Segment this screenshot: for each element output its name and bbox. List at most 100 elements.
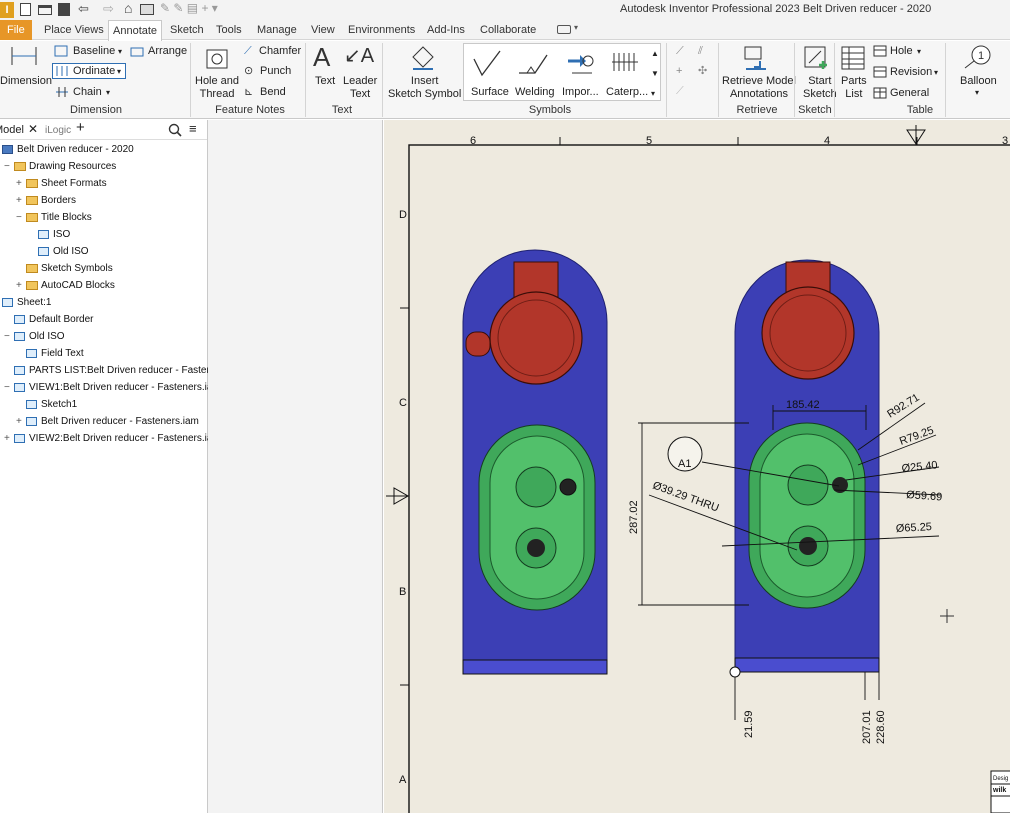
- dimension-hole-thru[interactable]: Ø39.29 THRU: [651, 480, 720, 515]
- ordinate-dimension[interactable]: 21.59: [743, 710, 755, 738]
- surface-button[interactable]: Surface: [471, 86, 509, 99]
- retrieve-model-annotations-button[interactable]: Retrieve Model Annotations: [722, 75, 796, 101]
- tab-add-ins[interactable]: Add-Ins: [425, 20, 467, 40]
- tab-collaborate[interactable]: Collaborate: [478, 20, 538, 40]
- tab-environments[interactable]: Environments: [346, 20, 417, 40]
- view2-drawing-view[interactable]: [734, 259, 880, 673]
- hole-thread-button[interactable]: Hole and Thread: [195, 75, 239, 101]
- caterpillar-button[interactable]: Caterp...: [606, 86, 648, 99]
- chain-dropdown-icon[interactable]: ▾: [106, 86, 110, 99]
- start-sketch-button[interactable]: Start Sketch: [803, 75, 837, 101]
- tree-item-label[interactable]: VIEW1:Belt Driven reducer - Fasteners.ia: [29, 382, 212, 394]
- gallery-scroll-down-icon[interactable]: ▼: [651, 67, 659, 80]
- tree-item-label[interactable]: Field Text: [41, 348, 84, 360]
- close-icon[interactable]: ✕: [28, 123, 38, 136]
- tab-tools[interactable]: Tools: [214, 20, 244, 40]
- centered-pattern-icon[interactable]: ✣: [698, 65, 707, 78]
- dimension-radius-inner[interactable]: R79.25: [898, 424, 935, 447]
- tab-manage[interactable]: Manage: [255, 20, 299, 40]
- tree-toggle-icon[interactable]: +: [16, 416, 22, 428]
- undo-icon[interactable]: ⇦: [78, 1, 89, 17]
- open-file-icon[interactable]: [38, 5, 52, 15]
- home-icon[interactable]: ⌂: [124, 0, 132, 16]
- gallery-expand-icon[interactable]: ▾: [651, 87, 655, 100]
- import-button[interactable]: Impor...: [562, 86, 599, 99]
- general-table-button[interactable]: General: [890, 87, 929, 100]
- redo-icon[interactable]: ⇨: [103, 1, 114, 17]
- tree-item-label[interactable]: Borders: [41, 195, 76, 207]
- tree-item-label[interactable]: AutoCAD Blocks: [41, 280, 115, 292]
- bend-button[interactable]: Bend: [260, 86, 286, 99]
- baseline-button[interactable]: Baseline: [73, 45, 115, 58]
- baseline-dropdown-icon[interactable]: ▾: [118, 45, 122, 58]
- save-icon[interactable]: [58, 3, 70, 16]
- tree-item-label[interactable]: Default Border: [29, 314, 93, 326]
- tree-item-label[interactable]: Belt Driven reducer - Fasteners.iam: [41, 416, 199, 428]
- chevron-down-icon[interactable]: ▾: [574, 23, 578, 32]
- dimension-height[interactable]: 287.02: [628, 500, 640, 534]
- tree-item-label[interactable]: Drawing Resources: [29, 161, 116, 173]
- bisector-icon[interactable]: ⫽: [698, 45, 703, 58]
- tree-item-label[interactable]: Sketch Symbols: [41, 263, 113, 275]
- menu-icon[interactable]: ≡: [189, 122, 197, 135]
- tree-toggle-icon[interactable]: +: [16, 280, 22, 292]
- dimension-width[interactable]: 185.42: [786, 399, 820, 411]
- print-icon[interactable]: [140, 4, 154, 15]
- tree-toggle-icon[interactable]: +: [4, 433, 10, 445]
- tree-item-label[interactable]: VIEW2:Belt Driven reducer - Fasteners.ia: [29, 433, 212, 445]
- parts-list-button[interactable]: Parts List: [841, 75, 867, 101]
- tree-item-label[interactable]: Sheet Formats: [41, 178, 107, 190]
- dimension-button[interactable]: Dimension: [0, 75, 52, 88]
- revision-dropdown-icon[interactable]: ▾: [934, 66, 938, 79]
- gallery-scroll-up-icon[interactable]: ▲: [651, 47, 659, 60]
- tree-item-label[interactable]: PARTS LIST:Belt Driven reducer - Fastene: [29, 365, 218, 377]
- new-file-icon[interactable]: [20, 3, 31, 16]
- tab-place-views[interactable]: Place Views: [42, 20, 106, 40]
- auto-centerline-icon[interactable]: ⟋: [676, 85, 684, 98]
- welding-button[interactable]: Welding: [515, 86, 555, 99]
- tab-file[interactable]: File: [0, 20, 32, 40]
- ordinate-dropdown-icon[interactable]: ▾: [117, 65, 121, 78]
- hole-table-button[interactable]: Hole: [890, 45, 913, 58]
- dimension-diameter-pulley[interactable]: Ø59.69: [906, 489, 943, 503]
- chain-button[interactable]: Chain: [73, 86, 102, 99]
- centerline-icon[interactable]: ⟋: [676, 45, 684, 58]
- tab-annotate[interactable]: Annotate: [108, 20, 163, 41]
- tab-model[interactable]: Model: [0, 124, 24, 137]
- tab-ilogic[interactable]: iLogic: [45, 124, 71, 137]
- dimension-diameter-lower[interactable]: Ø65.25: [896, 521, 933, 535]
- tree-item-label[interactable]: Sketch1: [41, 399, 77, 411]
- balloon-dropdown-icon[interactable]: ▾: [975, 86, 979, 99]
- tree-toggle-icon[interactable]: +: [16, 195, 22, 207]
- ordinate-dimension[interactable]: 207.01: [861, 710, 873, 744]
- punch-button[interactable]: Punch: [260, 65, 291, 78]
- app-logo-icon[interactable]: I: [0, 2, 14, 18]
- quick-access-more-icon[interactable]: ✎ ✎ ▤ + ▾: [160, 1, 218, 15]
- revision-table-button[interactable]: Revision: [890, 66, 932, 79]
- dimension-diameter-shaft[interactable]: Ø25.40: [901, 459, 938, 475]
- tree-toggle-icon[interactable]: −: [4, 161, 10, 173]
- center-mark-icon[interactable]: +: [676, 65, 682, 78]
- tree-item-label[interactable]: Belt Driven reducer - 2020: [17, 144, 134, 156]
- add-tab-icon[interactable]: +: [76, 120, 85, 135]
- hole-dropdown-icon[interactable]: ▾: [917, 45, 921, 58]
- view1-drawing-view[interactable]: [462, 249, 608, 675]
- arrange-button[interactable]: Arrange: [148, 45, 187, 58]
- tree-item-label[interactable]: Title Blocks: [41, 212, 92, 224]
- search-icon[interactable]: [168, 123, 182, 137]
- tree-toggle-icon[interactable]: +: [16, 178, 22, 190]
- chamfer-button[interactable]: Chamfer: [259, 45, 301, 58]
- tree-toggle-icon[interactable]: −: [4, 331, 10, 343]
- leader-text-button[interactable]: Leader Text: [343, 75, 377, 101]
- tree-item-label[interactable]: ISO: [53, 229, 70, 241]
- tree-toggle-icon[interactable]: −: [16, 212, 22, 224]
- tree-item-label[interactable]: Sheet:1: [17, 297, 51, 309]
- insert-sketch-symbol-button[interactable]: Insert Sketch Symbol: [388, 75, 461, 101]
- ordinate-dimension[interactable]: 228.60: [875, 710, 887, 744]
- text-button[interactable]: Text: [315, 75, 335, 88]
- tree-item-label[interactable]: Old ISO: [53, 246, 89, 258]
- tab-view[interactable]: View: [309, 20, 337, 40]
- dimension-radius-outer[interactable]: R92.71: [885, 392, 921, 421]
- tab-sketch[interactable]: Sketch: [168, 20, 206, 40]
- tree-toggle-icon[interactable]: −: [4, 382, 10, 394]
